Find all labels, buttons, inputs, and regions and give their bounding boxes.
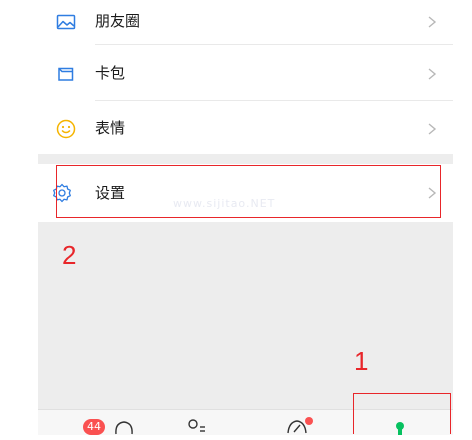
wallet-icon bbox=[56, 64, 76, 84]
landscape-photo-icon bbox=[56, 12, 76, 32]
tab-discover[interactable] bbox=[276, 410, 336, 435]
chevron-right-icon bbox=[427, 12, 437, 32]
annotation-number-2: 2 bbox=[62, 240, 77, 270]
unread-badge: 44 bbox=[83, 419, 105, 435]
section-gap bbox=[38, 154, 453, 164]
divider bbox=[95, 100, 453, 101]
contacts-icon bbox=[186, 417, 210, 439]
chevron-right-icon bbox=[427, 119, 437, 139]
menu-item-card-pack[interactable]: 卡包 bbox=[38, 52, 453, 96]
divider bbox=[95, 44, 453, 45]
chat-bubble-icon bbox=[113, 418, 135, 440]
new-dot-badge bbox=[305, 417, 313, 425]
tab-chats[interactable]: 44 bbox=[73, 410, 133, 435]
menu-item-label: 朋友圈 bbox=[95, 12, 141, 30]
menu-item-label: 表情 bbox=[95, 119, 126, 137]
smiley-icon bbox=[56, 119, 76, 139]
annotation-box-me-tab bbox=[353, 393, 451, 434]
menu-item-label: 卡包 bbox=[95, 64, 126, 82]
annotation-number-1: 1 bbox=[354, 346, 369, 376]
annotation-box-settings bbox=[56, 165, 441, 218]
tab-contacts[interactable] bbox=[176, 410, 236, 435]
menu-item-moments[interactable]: 朋友圈 bbox=[38, 0, 453, 44]
menu-item-stickers[interactable]: 表情 bbox=[38, 107, 453, 151]
chevron-right-icon bbox=[427, 64, 437, 84]
empty-area bbox=[38, 222, 453, 409]
